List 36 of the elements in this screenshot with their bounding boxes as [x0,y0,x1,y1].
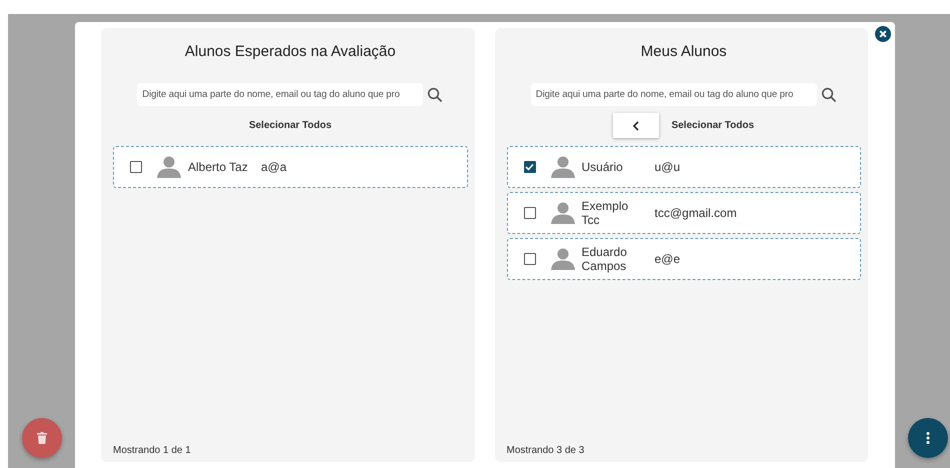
student-item[interactable]: Eduardo Campos e@e [506,238,861,280]
panel-title: Alunos Esperados na Avaliação [184,43,397,60]
student-email: e@e [654,252,680,266]
person-icon [157,156,181,178]
person-icon [550,156,574,178]
count-label: Mostrando 3 de 3 [506,445,586,456]
more-vertical-icon [926,432,930,444]
student-item[interactable]: Exemplo Tcc tcc@gmail.com [506,192,861,234]
search-icon[interactable] [427,86,444,102]
trash-icon [37,432,47,444]
search-field[interactable]: Digite aqui uma parte do nome, email ou tag do aluno que pro [137,83,424,106]
checkbox[interactable] [524,253,536,265]
student-name: Alberto Taz [188,160,248,174]
count-label: Mostrando 1 de 1 [113,445,192,456]
person-icon [550,202,574,224]
select-all-link[interactable]: Selecionar Todos [248,120,332,131]
checkbox[interactable] [524,161,536,173]
student-email: tcc@gmail.com [654,206,737,220]
student-name: Usuário [582,160,624,174]
select-all-link[interactable]: Selecionar Todos [671,120,754,131]
student-item[interactable]: Usuário u@u [506,146,861,188]
student-email: a@a [261,160,287,174]
chevron-left-icon [632,120,640,130]
more-button[interactable] [908,418,948,458]
student-email: u@u [654,160,680,174]
search-field[interactable]: Digite aqui uma parte do nome, email ou tag do aluno que pro [530,83,817,106]
panel-title: Meus Alunos [640,43,728,60]
student-name: Exemplo Tcc [582,199,630,227]
checkbox[interactable] [524,207,536,219]
person-icon [550,248,574,270]
student-item[interactable]: Alberto Taz a@a [113,146,468,188]
close-icon[interactable] [875,26,891,42]
student-name: Eduardo Campos [582,245,628,273]
delete-button[interactable] [22,418,62,458]
checkbox[interactable] [130,161,142,173]
search-icon[interactable] [820,86,837,102]
